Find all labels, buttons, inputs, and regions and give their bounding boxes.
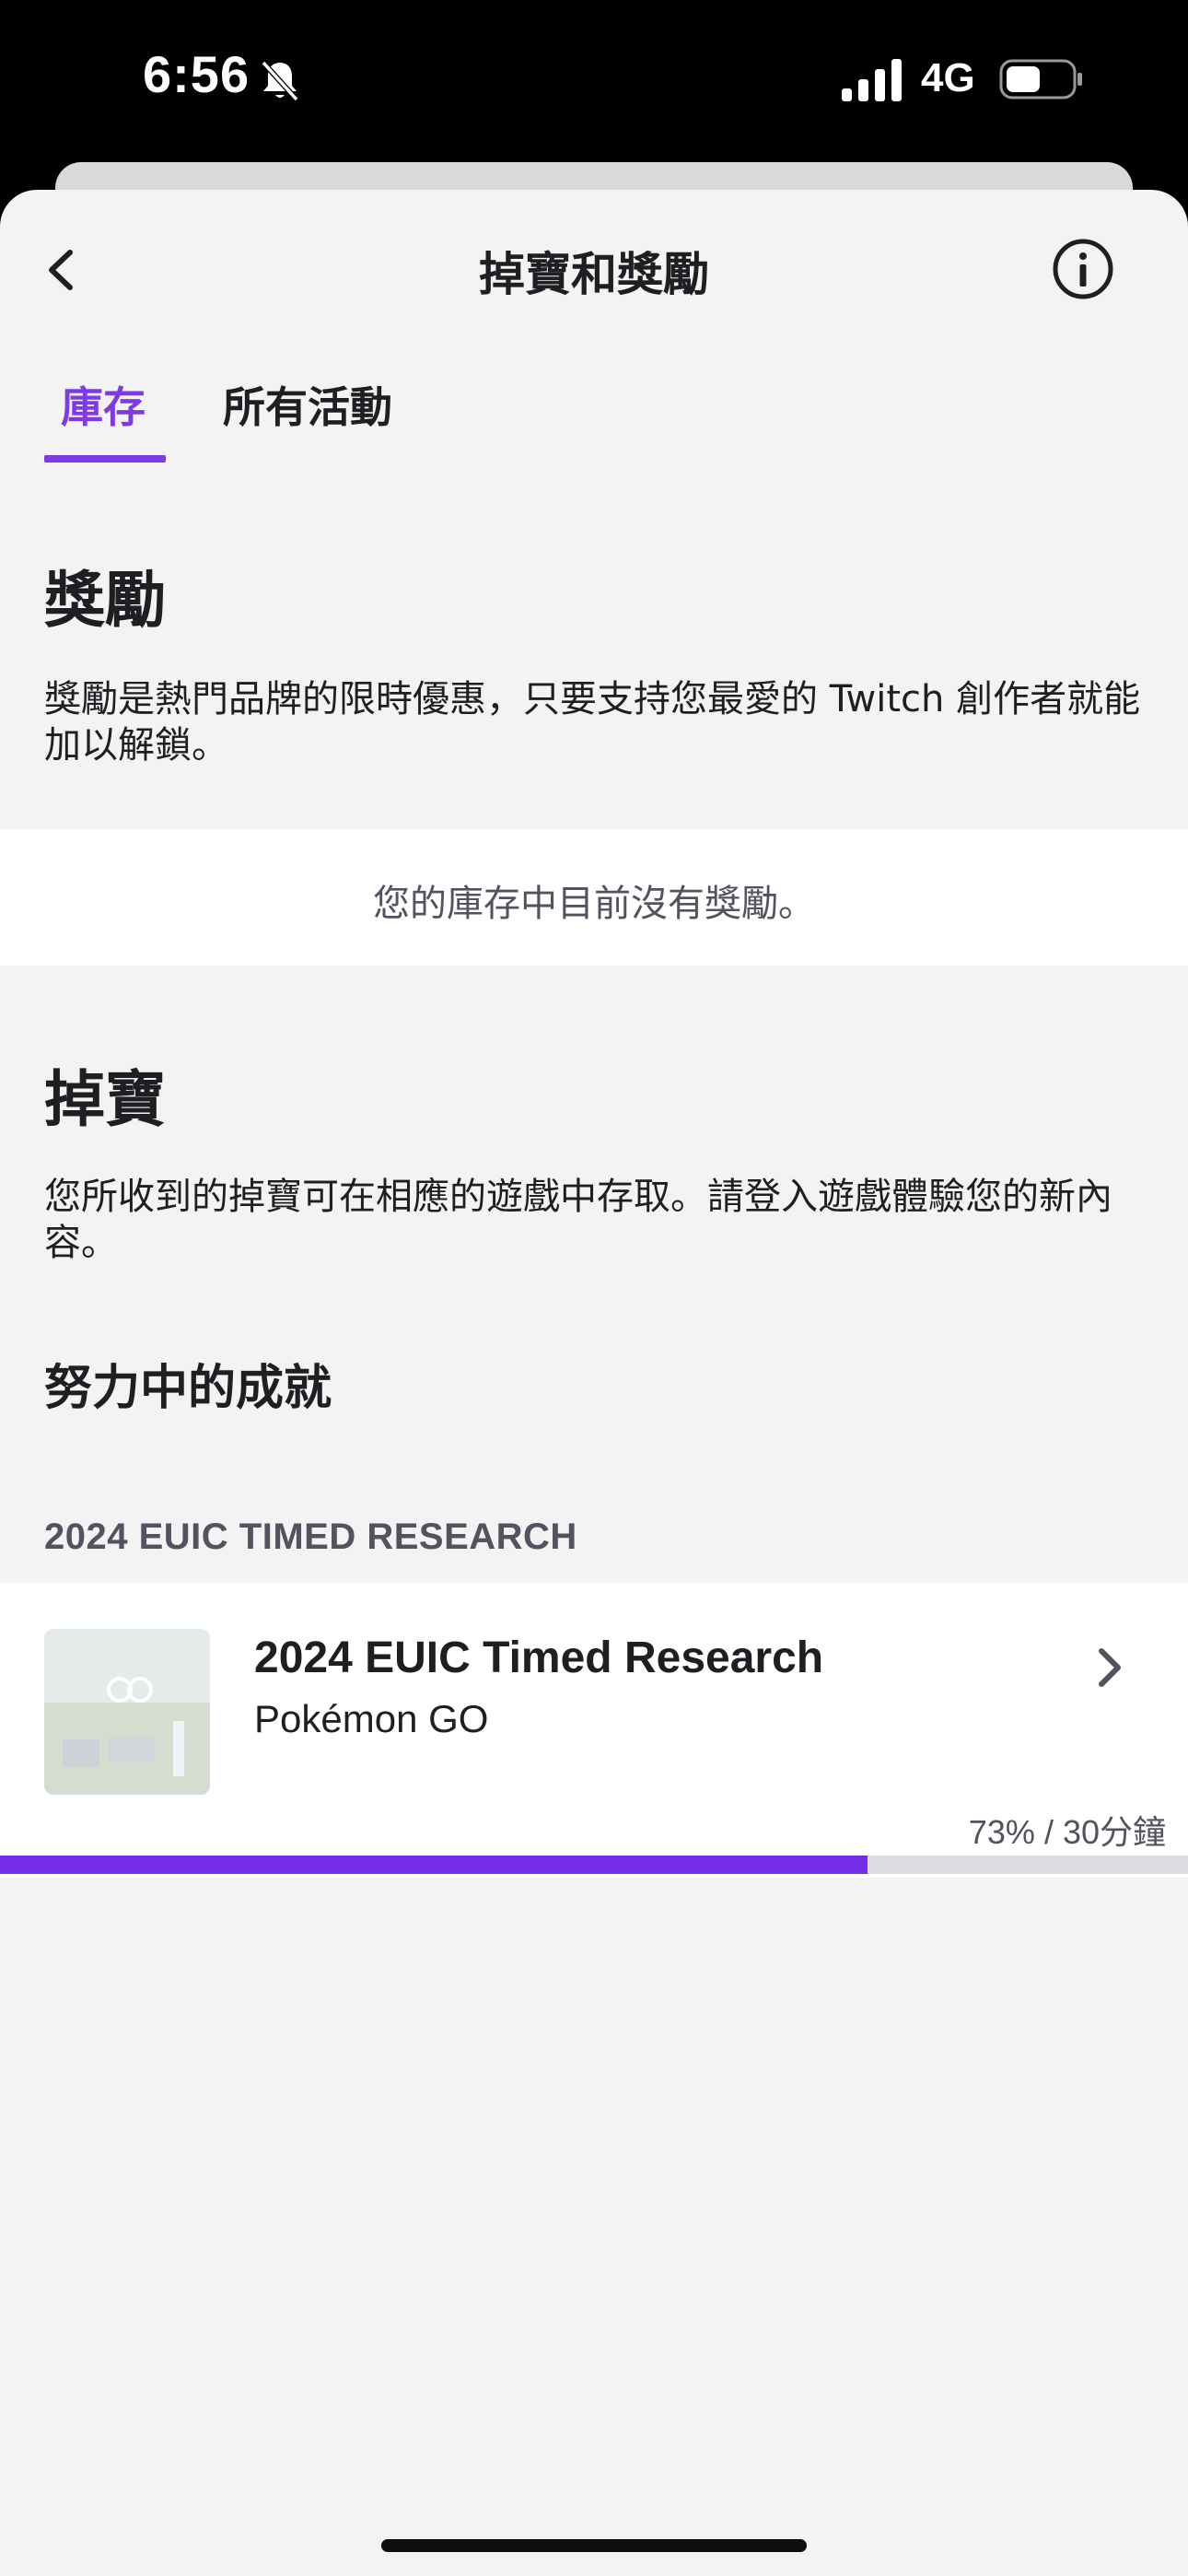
in-progress-heading: 努力中的成就: [44, 1361, 332, 1416]
empty-rewards-message: 您的庫存中目前沒有獎勵。: [373, 883, 815, 925]
nav-bar: 掉寶和獎勵: [0, 190, 1188, 346]
network-label: 4G: [921, 55, 975, 100]
campaign-game: Pokémon GO: [254, 1697, 489, 1740]
progress-bar: [0, 1856, 1188, 1874]
progress-fill: [0, 1856, 868, 1874]
campaign-thumbnail: [44, 1629, 210, 1795]
progress-label: 73% / 30分鐘: [968, 1813, 1166, 1851]
drops-title: 掉寶: [44, 1064, 166, 1135]
info-icon[interactable]: [1050, 236, 1116, 302]
campaign-group-header: 2024 EUIC TIMED RESEARCH: [44, 1516, 577, 1557]
chevron-right-icon: [1099, 1648, 1121, 1687]
bell-slash-icon: [261, 60, 299, 102]
battery-icon: [999, 59, 1082, 100]
tab-inventory[interactable]: 庫存: [61, 374, 146, 455]
tab-all-activity[interactable]: 所有活動: [223, 374, 392, 455]
rewards-empty-state: 您的庫存中目前沒有獎勵。: [0, 829, 1188, 966]
page-title: 掉寶和獎勵: [479, 248, 709, 301]
active-tab-indicator: [44, 455, 166, 463]
campaign-name: 2024 EUIC Timed Research: [254, 1633, 824, 1682]
rewards-title: 獎勵: [44, 565, 166, 636]
drops-description: 您所收到的掉寶可在相應的遊戲中存取。請登入遊戲體驗您的新內容。: [44, 1176, 1112, 1264]
home-indicator: [381, 2539, 807, 2552]
signal-icon: [842, 59, 902, 101]
status-time: 6:56: [143, 45, 250, 103]
status-bar: 6:56 4G: [0, 0, 1188, 166]
drops-rewards-sheet: 掉寶和獎勵 庫存 所有活動 獎勵 獎勵是熱門品牌的限時優惠，只要支持您最愛的 T…: [0, 190, 1188, 2576]
tab-bar: 庫存 所有活動: [0, 374, 1188, 475]
campaign-row[interactable]: 2024 EUIC Timed Research Pokémon GO 73% …: [0, 1583, 1188, 1878]
rewards-description: 獎勵是熱門品牌的限時優惠，只要支持您最愛的 Twitch 創作者就能加以解鎖。: [44, 678, 1141, 767]
